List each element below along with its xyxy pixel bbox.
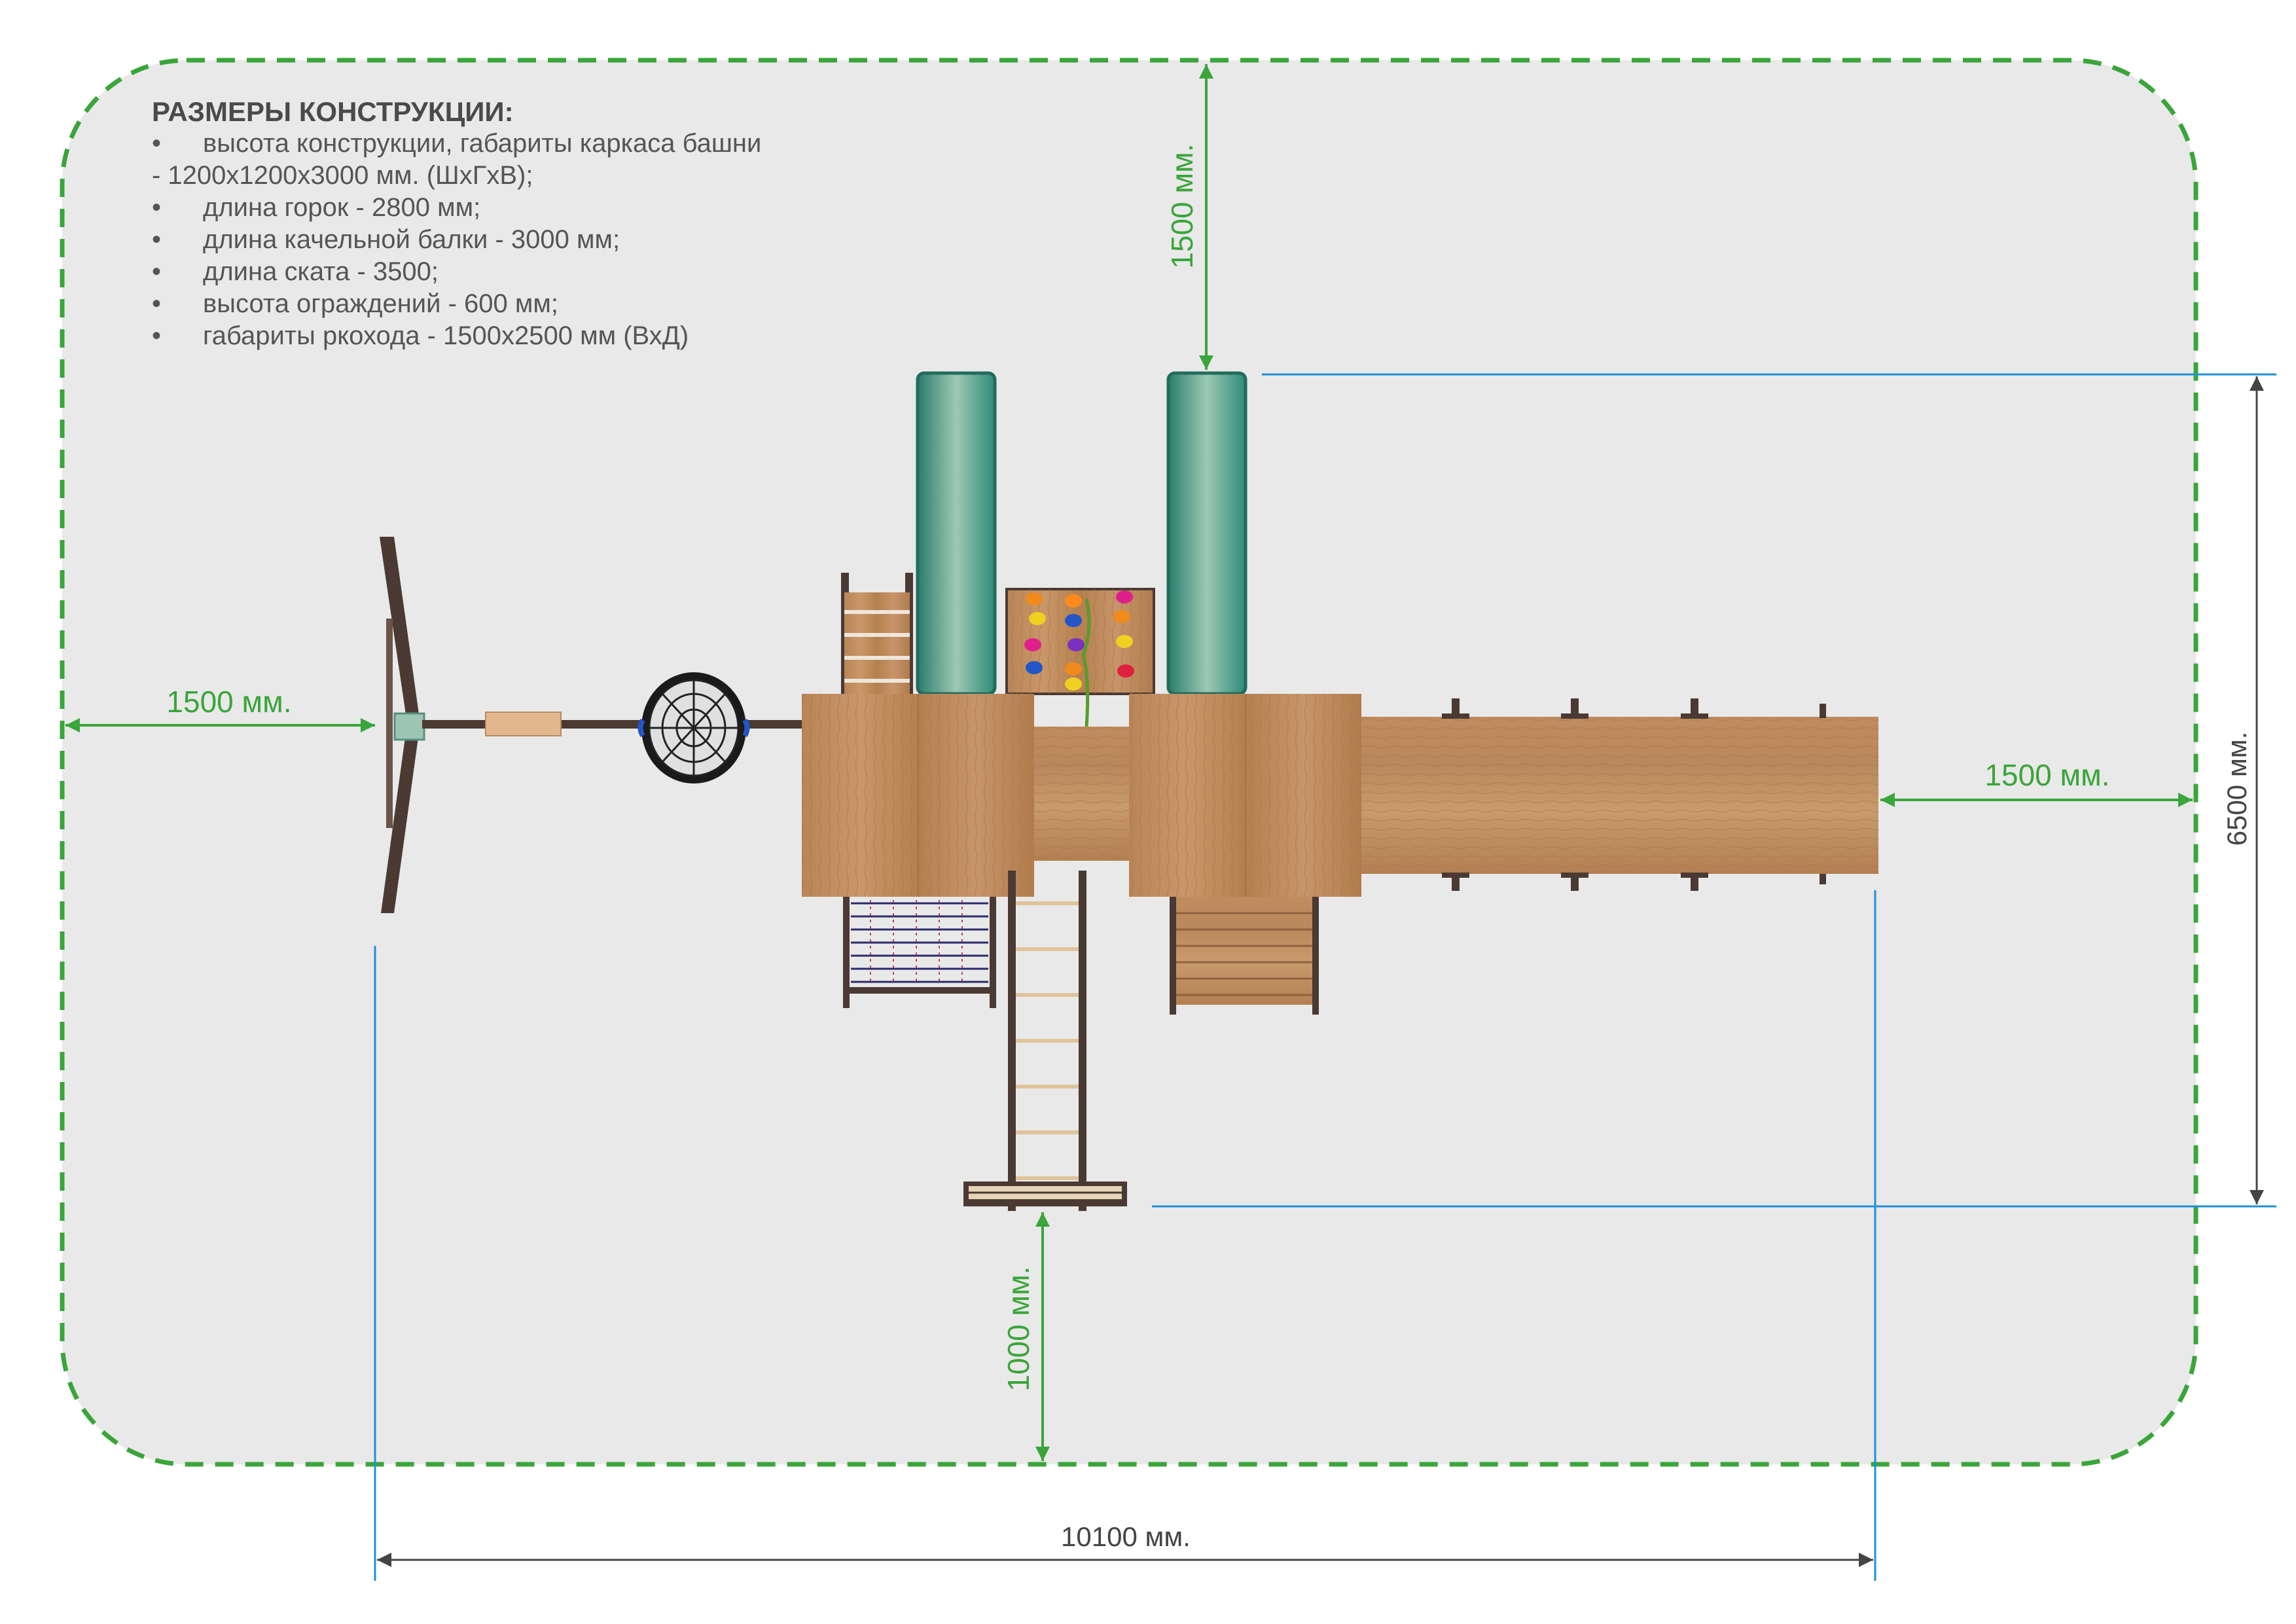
- notes-line: • длина горок - 2800 мм;: [152, 192, 1003, 224]
- tower-right: [1129, 694, 1361, 897]
- bullet-marker: •: [152, 321, 162, 350]
- notes-line: • длина ската - 3500;: [152, 256, 1003, 288]
- total-length-label: 10100 мм.: [1061, 1521, 1191, 1552]
- notes-line: • высота конструкции, габариты каркаса ба…: [152, 128, 1003, 160]
- notes-title: РАЗМЕРЫ КОНСТРУКЦИИ:: [152, 96, 514, 127]
- notes-line: • высота ограждений - 600 мм;: [152, 288, 1003, 320]
- slide-right: [1166, 371, 1247, 696]
- notes-line-text: длина горок - 2800 мм;: [203, 193, 481, 222]
- nest-swing: [637, 672, 750, 784]
- construction-dimensions-notes: РАЗМЕРЫ КОНСТРУКЦИИ: • высота конструкции…: [152, 96, 1003, 352]
- bridge-deck: [1034, 727, 1129, 861]
- bullet-marker: •: [152, 289, 162, 318]
- left-clearance-label: 1500 мм.: [166, 685, 291, 719]
- tower-left: [802, 694, 1034, 897]
- bullet-marker: •: [152, 193, 162, 222]
- notes-line: • габариты ркохода - 1500x2500 мм (ВхД): [152, 320, 1003, 352]
- notes-line-text: - 1200x1200x3000 мм. (ШхГхВ);: [152, 161, 533, 190]
- bottom-clearance-label: 1000 мм.: [1001, 1266, 1035, 1391]
- notes-line-text: длина качельной балки - 3000 мм;: [203, 225, 620, 254]
- bullet-marker: •: [152, 225, 162, 254]
- notes-line-text: длина ската - 3500;: [203, 257, 439, 286]
- notes-list: • высота конструкции, габариты каркаса ба…: [152, 128, 1003, 352]
- long-ramp: [1361, 698, 1878, 891]
- total-depth-label: 6500 мм.: [2221, 732, 2252, 846]
- slide-left: [916, 371, 997, 696]
- notes-line-text: высота конструкции, габариты каркаса баш…: [203, 129, 762, 158]
- stairs: [1170, 897, 1319, 1015]
- dimension-total-length: 10100 мм.: [377, 1521, 1873, 1567]
- right-clearance-label: 1500 мм.: [1984, 758, 2109, 792]
- dimension-total-depth: 6500 мм.: [2221, 376, 2264, 1204]
- top-clearance-label: 1500 мм.: [1165, 143, 1199, 268]
- bullet-marker: •: [152, 257, 162, 286]
- notes-line-text: высота ограждений - 600 мм;: [203, 289, 559, 318]
- notes-line: • длина качельной балки - 3000 мм;: [152, 224, 1003, 256]
- notes-line: - 1200x1200x3000 мм. (ШхГхВ);: [152, 160, 1003, 192]
- notes-line-text: габариты ркохода - 1500x2500 мм (ВхД): [203, 321, 689, 350]
- bullet-marker: •: [152, 129, 162, 158]
